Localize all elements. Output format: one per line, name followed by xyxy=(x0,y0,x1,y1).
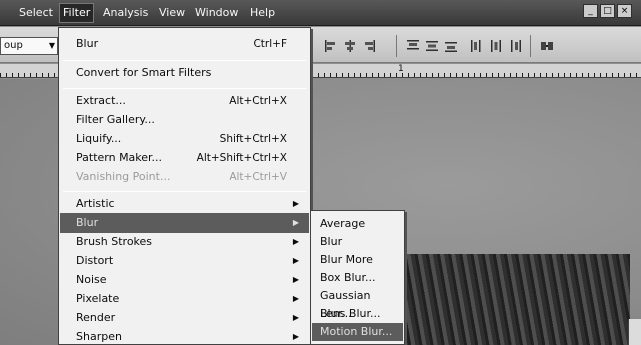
auto-select-dropdown[interactable]: oup ▼ xyxy=(0,37,58,55)
menu-item-label: Brush Strokes xyxy=(76,235,153,248)
menu-item-sharpen[interactable]: Sharpen ▶ xyxy=(60,327,309,345)
submenu-arrow-icon: ▶ xyxy=(292,237,299,246)
toolbar-divider xyxy=(396,35,397,57)
menu-item-pixelate[interactable]: Pixelate ▶ xyxy=(60,289,309,309)
submenu-arrow-icon: ▶ xyxy=(292,313,299,322)
menu-item-label: Pixelate xyxy=(76,292,120,305)
menu-separator xyxy=(63,60,306,61)
menu-select[interactable]: Select xyxy=(16,4,56,22)
submenu-item-gaussian-blur[interactable]: Gaussian Blur... xyxy=(312,287,403,320)
panel-edge xyxy=(628,319,641,345)
menu-view[interactable]: View xyxy=(156,4,188,22)
submenu-arrow-icon: ▶ xyxy=(292,218,299,227)
submenu-arrow-icon: ▶ xyxy=(292,294,299,303)
submenu-item-blur-more[interactable]: Blur More xyxy=(312,251,403,269)
menu-item-vanishing-point: Vanishing Point... Alt+Ctrl+V xyxy=(60,167,309,187)
menu-separator xyxy=(63,191,306,192)
menu-item-pattern-maker[interactable]: Pattern Maker... Alt+Shift+Ctrl+X xyxy=(60,148,309,168)
menu-item-label: Vanishing Point... xyxy=(76,170,171,183)
menu-item-label: Filter Gallery... xyxy=(76,113,155,126)
menu-item-shortcut: Alt+Ctrl+X xyxy=(229,95,287,107)
menu-item-shortcut: Alt+Shift+Ctrl+X xyxy=(196,152,287,164)
submenu-item-box-blur[interactable]: Box Blur... xyxy=(312,269,403,287)
menu-item-label: Extract... xyxy=(76,94,126,107)
menu-item-shortcut: Alt+Ctrl+V xyxy=(229,171,287,183)
menu-item-artistic[interactable]: Artistic ▶ xyxy=(60,194,309,214)
menu-help[interactable]: Help xyxy=(247,4,278,22)
menu-item-label: Blur xyxy=(76,37,99,50)
submenu-item-motion-blur[interactable]: Motion Blur... xyxy=(312,323,403,341)
maximize-icon[interactable]: □ xyxy=(600,4,615,18)
menu-item-label: Noise xyxy=(76,273,107,286)
submenu-item-lens-blur[interactable]: Lens Blur... xyxy=(312,305,403,323)
ruler-number: 1 xyxy=(398,64,404,74)
menu-item-label: Render xyxy=(76,311,116,324)
dropdown-value: oup xyxy=(4,40,23,51)
menu-item-liquify[interactable]: Liquify... Shift+Ctrl+X xyxy=(60,129,309,149)
menu-item-shortcut: Ctrl+F xyxy=(253,38,287,50)
filter-menu: Blur Ctrl+F Convert for Smart Filters Ex… xyxy=(58,27,311,345)
submenu-arrow-icon: ▶ xyxy=(292,256,299,265)
distribute-top-icon[interactable] xyxy=(406,39,420,53)
menu-filter[interactable]: Filter xyxy=(58,3,95,23)
distribute-bottom-icon[interactable] xyxy=(444,39,458,53)
align-left-icon[interactable] xyxy=(324,39,338,53)
minimize-icon[interactable]: _ xyxy=(583,4,598,18)
menu-analysis[interactable]: Analysis xyxy=(100,4,151,22)
menu-item-brush-strokes[interactable]: Brush Strokes ▶ xyxy=(60,232,309,252)
toolbar-divider xyxy=(530,35,531,57)
menu-bar: Select Filter Analysis View Window Help … xyxy=(0,0,641,26)
distribute-left-icon[interactable] xyxy=(470,39,484,53)
menu-item-noise[interactable]: Noise ▶ xyxy=(60,270,309,290)
menu-item-extract[interactable]: Extract... Alt+Ctrl+X xyxy=(60,91,309,111)
blur-submenu: Average Blur Blur More Box Blur... Gauss… xyxy=(310,210,405,345)
menu-item-label: Convert for Smart Filters xyxy=(76,66,212,79)
submenu-item-blur[interactable]: Blur xyxy=(312,233,403,251)
menu-item-blur[interactable]: Blur ▶ xyxy=(60,213,309,233)
distribute-hcenter-icon[interactable] xyxy=(489,39,503,53)
menu-item-label: Blur xyxy=(76,216,99,229)
distribute-middle-icon[interactable] xyxy=(425,39,439,53)
menu-separator xyxy=(63,88,306,89)
menu-item-label: Pattern Maker... xyxy=(76,151,163,164)
menu-item-label: Liquify... xyxy=(76,132,122,145)
menu-item-last-filter[interactable]: Blur Ctrl+F xyxy=(60,34,309,54)
align-right-icon[interactable] xyxy=(362,39,376,53)
menu-item-shortcut: Shift+Ctrl+X xyxy=(219,133,287,145)
menu-item-render[interactable]: Render ▶ xyxy=(60,308,309,328)
submenu-arrow-icon: ▶ xyxy=(292,332,299,341)
menu-item-label: Sharpen xyxy=(76,330,122,343)
close-icon[interactable]: × xyxy=(617,4,632,18)
submenu-arrow-icon: ▶ xyxy=(292,275,299,284)
menu-item-label: Distort xyxy=(76,254,114,267)
menu-item-convert-smart-filters[interactable]: Convert for Smart Filters xyxy=(60,63,309,83)
menu-window[interactable]: Window xyxy=(192,4,241,22)
menu-item-label: Artistic xyxy=(76,197,115,210)
menu-item-filter-gallery[interactable]: Filter Gallery... xyxy=(60,110,309,130)
menu-item-distort[interactable]: Distort ▶ xyxy=(60,251,309,271)
distribute-right-icon[interactable] xyxy=(508,39,522,53)
submenu-item-average[interactable]: Average xyxy=(312,215,403,233)
align-center-icon[interactable] xyxy=(343,39,357,53)
submenu-arrow-icon: ▶ xyxy=(292,199,299,208)
auto-align-layers-icon[interactable] xyxy=(540,39,554,53)
chevron-down-icon: ▼ xyxy=(48,41,55,50)
